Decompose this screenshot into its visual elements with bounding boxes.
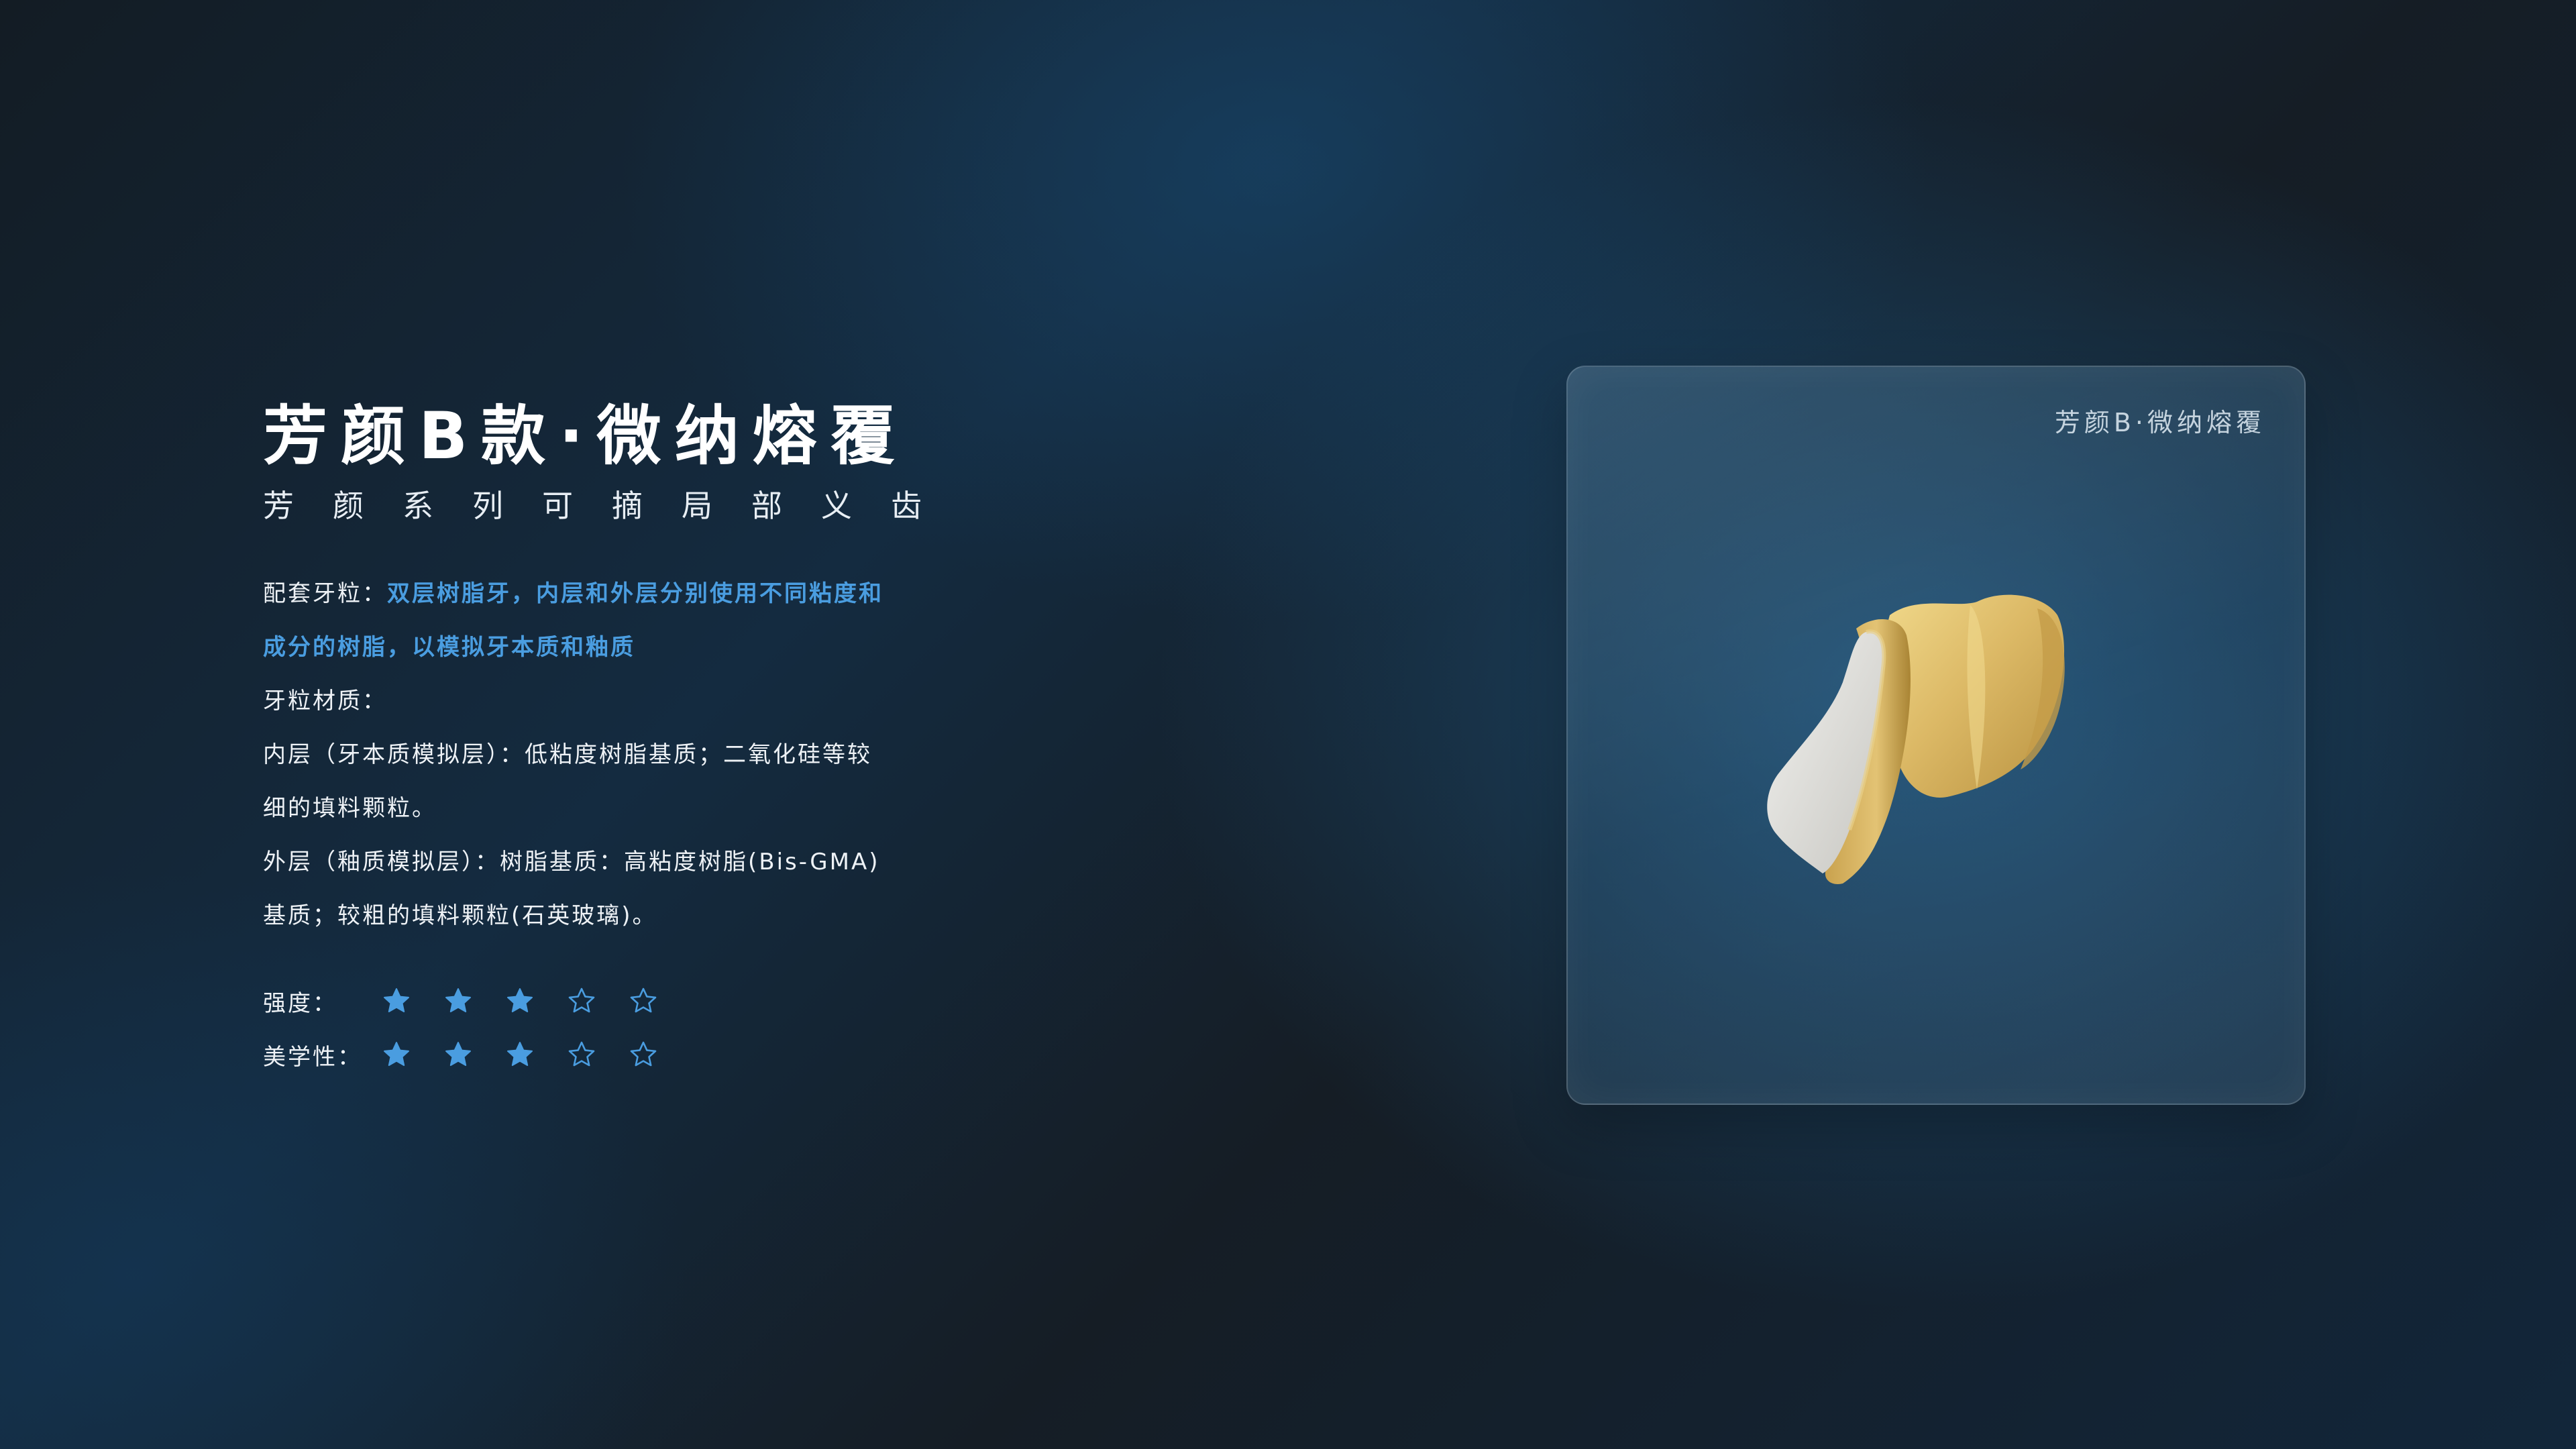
outer-layer-line-2: 基质；较粗的填料颗粒(石英玻璃)。 (263, 902, 657, 929)
star-outline-icon (568, 1040, 596, 1069)
matching-teeth-label: 配套牙粒： (263, 580, 387, 607)
rating-row-strength: 强度： (263, 974, 691, 1028)
ratings: 强度： 美学性： (263, 974, 691, 1081)
product-image-card: 芳颜B·微纳熔覆 (1566, 366, 2306, 1105)
inner-layer-line-1: 内层（牙本质模拟层）：低粘度树脂基质；二氧化硅等较 (263, 741, 872, 768)
product-description: 配套牙粒：双层树脂牙，内层和外层分别使用不同粘度和 成分的树脂，以模拟牙本质和釉… (263, 567, 941, 943)
outer-layer-line-1: 外层（釉质模拟层）：树脂基质：高粘度树脂(Bis-GMA) (263, 849, 880, 875)
star-rating-aesthetics (382, 1040, 691, 1069)
card-label: 芳颜B·微纳熔覆 (2054, 408, 2265, 437)
matching-teeth-line-2: 成分的树脂，以模拟牙本质和釉质 (263, 621, 941, 674)
rating-label-strength: 强度： (263, 989, 337, 1017)
star-filled-icon (444, 1040, 472, 1069)
material-label: 牙粒材质： (263, 688, 387, 714)
matching-teeth-text-1: 双层树脂牙，内层和外层分别使用不同粘度和 (387, 580, 883, 607)
star-filled-icon (506, 987, 534, 1015)
star-filled-icon (382, 987, 411, 1015)
star-outline-icon (629, 1040, 657, 1069)
star-filled-icon (506, 1040, 534, 1069)
rating-label-aesthetics: 美学性： (263, 1043, 362, 1071)
star-outline-icon (629, 987, 657, 1015)
resin-tooth-illustration (1767, 594, 2065, 884)
page-title: 芳颜B款·微纳熔覆 (263, 398, 908, 474)
rating-row-aesthetics: 美学性： (263, 1028, 691, 1081)
star-filled-icon (382, 1040, 411, 1069)
page-subtitle: 芳颜系列可摘局部义齿 (263, 488, 961, 524)
matching-teeth-text-2: 成分的树脂，以模拟牙本质和釉质 (263, 634, 635, 661)
star-rating-strength (382, 987, 691, 1015)
matching-teeth-line-1: 配套牙粒：双层树脂牙，内层和外层分别使用不同粘度和 (263, 567, 941, 621)
star-filled-icon (444, 987, 472, 1015)
inner-layer-line-2: 细的填料颗粒。 (263, 795, 437, 822)
star-outline-icon (568, 987, 596, 1015)
